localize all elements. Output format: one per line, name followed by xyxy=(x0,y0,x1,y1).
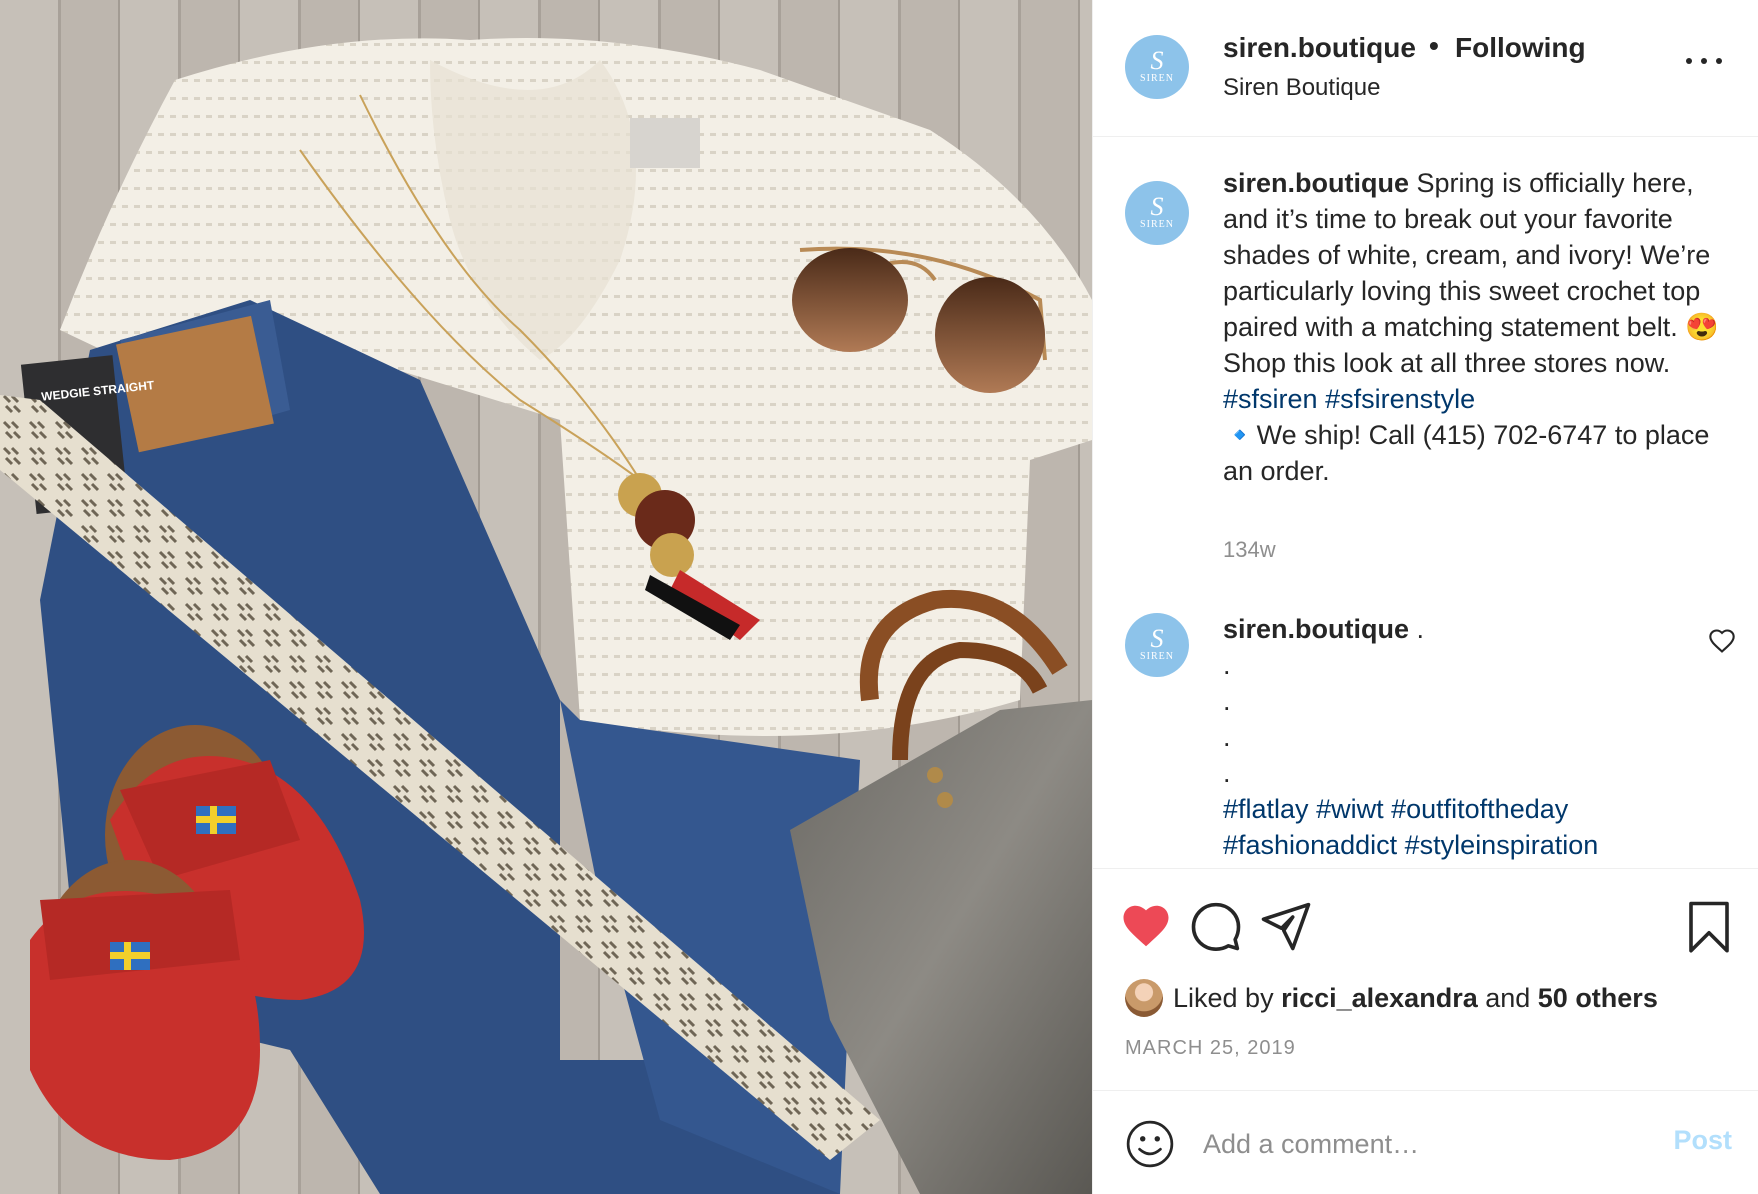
caption-text-2: Shop this look at all three stores now. xyxy=(1223,348,1671,378)
avatar-monogram: S xyxy=(1150,192,1164,221)
following-button[interactable]: Following xyxy=(1455,32,1586,64)
comment-input[interactable] xyxy=(1201,1121,1635,1167)
likes-others-link[interactable]: 50 others xyxy=(1538,983,1658,1013)
comment-username[interactable]: siren.boutique xyxy=(1223,614,1409,644)
bookmark-icon[interactable] xyxy=(1682,899,1736,953)
avatar-monogram: S xyxy=(1150,46,1164,75)
post-actions: Liked by ricci_alexandra and 50 others M… xyxy=(1093,868,1758,1104)
caption-text-3: We ship! Call (415) 702-6747 to place an… xyxy=(1223,420,1710,486)
caption-avatar[interactable]: S SIREN xyxy=(1125,181,1189,245)
likes-middle: and xyxy=(1477,982,1538,1013)
header-separator: • xyxy=(1429,30,1439,61)
post-photo[interactable]: WEDGIE STRAIGHT xyxy=(0,0,1092,1194)
post-date[interactable]: MARCH 25, 2019 xyxy=(1125,1037,1296,1060)
header-username[interactable]: siren.boutique xyxy=(1223,32,1416,64)
hashtag-link[interactable]: #flatlay xyxy=(1223,794,1309,824)
hashtag-link[interactable]: #sfsiren xyxy=(1223,384,1318,414)
share-icon[interactable] xyxy=(1259,899,1313,953)
profile-avatar[interactable]: S SIREN xyxy=(1125,35,1189,99)
liker-username[interactable]: ricci_alexandra xyxy=(1281,983,1478,1013)
post-caption: siren.boutique Spring is officially here… xyxy=(1223,165,1738,489)
comment-dot: . xyxy=(1223,686,1231,716)
hashtag-link[interactable]: #styleinspiration xyxy=(1405,830,1599,860)
diamond-emoji: 🔹 xyxy=(1223,420,1257,450)
comment-avatar[interactable]: S SIREN xyxy=(1125,613,1189,677)
heart-filled-icon[interactable] xyxy=(1119,899,1173,953)
liker-avatar[interactable] xyxy=(1125,979,1163,1017)
header-subtitle: Siren Boutique xyxy=(1223,74,1381,101)
avatar-monogram: S xyxy=(1150,624,1164,653)
hashtag-link[interactable]: #outfitoftheday xyxy=(1391,794,1568,824)
likes-summary: Liked by ricci_alexandra and 50 others xyxy=(1125,979,1658,1017)
comments-section: S SIREN siren.boutique Spring is officia… xyxy=(1093,137,1758,868)
comment-dot: . xyxy=(1223,650,1231,680)
flatlay-image: WEDGIE STRAIGHT xyxy=(0,0,1092,1194)
post-sidebar: S SIREN siren.boutique • Following Siren… xyxy=(1092,0,1758,1194)
comment-icon[interactable] xyxy=(1189,899,1243,953)
avatar-wordmark: SIREN xyxy=(1140,219,1174,230)
comment-dot: . xyxy=(1223,758,1231,788)
comment-text: . xyxy=(1409,614,1425,644)
comment-dot: . xyxy=(1223,722,1231,752)
emoji-icon[interactable] xyxy=(1125,1119,1175,1169)
comment-body: siren.boutique . . . . . #flatlay #wiwt … xyxy=(1223,611,1688,863)
more-options-icon[interactable] xyxy=(1686,56,1722,66)
hashtag-link[interactable]: #sfsirenstyle xyxy=(1325,384,1475,414)
post-header: S SIREN siren.boutique • Following Siren… xyxy=(1093,0,1758,137)
likes-prefix: Liked by xyxy=(1173,982,1282,1013)
avatar-wordmark: SIREN xyxy=(1140,651,1174,662)
comment-like-heart-icon[interactable] xyxy=(1708,627,1736,655)
caption-timestamp[interactable]: 134w xyxy=(1223,537,1276,563)
hashtag-link[interactable]: #wiwt xyxy=(1316,794,1384,824)
post-view: WEDGIE STRAIGHT S SIREN siren.boutique •… xyxy=(0,0,1758,1194)
hashtag-link[interactable]: #fashionaddict xyxy=(1223,830,1397,860)
post-comment-button[interactable]: Post xyxy=(1673,1125,1732,1156)
heart-eyes-emoji: 😍 xyxy=(1685,312,1719,342)
caption-username[interactable]: siren.boutique xyxy=(1223,168,1409,198)
add-comment-bar: Post xyxy=(1093,1090,1758,1194)
avatar-wordmark: SIREN xyxy=(1140,73,1174,84)
